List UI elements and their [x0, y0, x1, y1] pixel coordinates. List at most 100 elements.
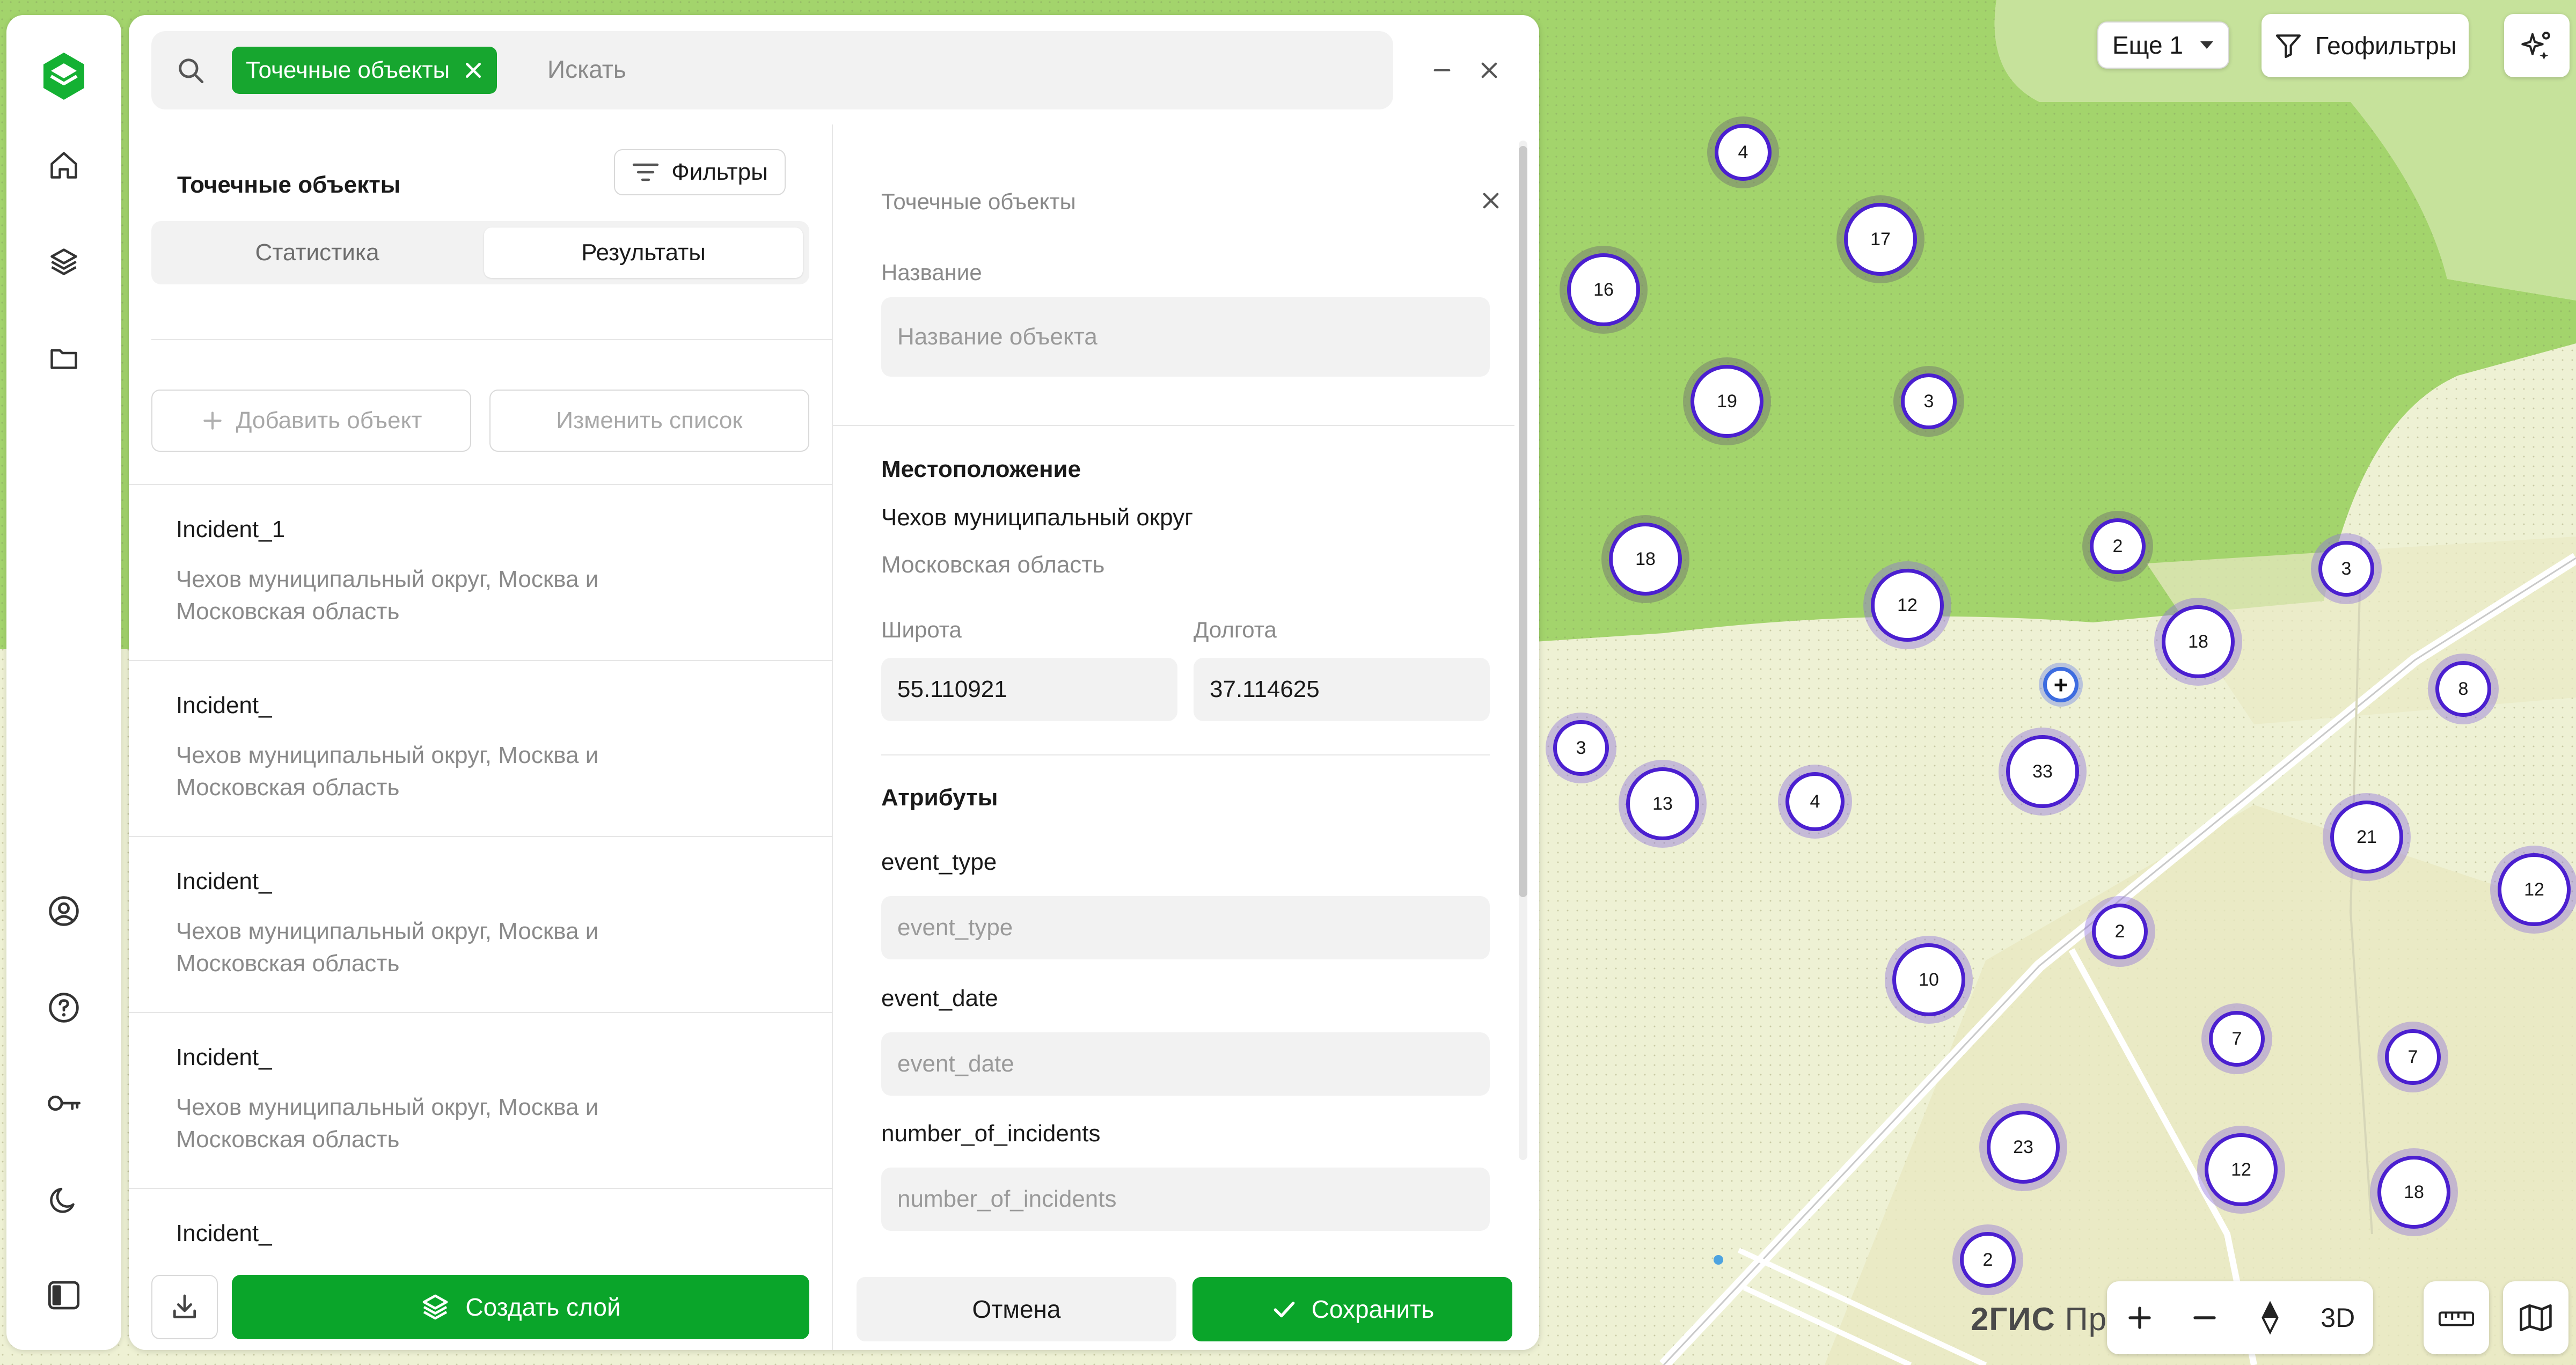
add-object-label: Добавить объект [236, 407, 422, 434]
name-input[interactable]: Название объекта [881, 297, 1490, 377]
minimize-icon [1433, 69, 1451, 71]
geofilters-button[interactable]: Геофильтры [2262, 14, 2469, 77]
map-cluster[interactable]: 3 [2318, 541, 2374, 597]
latitude-label: Широта [881, 617, 962, 642]
search-chip[interactable]: Точечные объекты [232, 47, 497, 94]
attribute-label: event_date [881, 985, 998, 1011]
results-column: Точечные объекты Фильтры Статистика Резу… [129, 124, 833, 1350]
map-cluster[interactable]: 18 [1609, 523, 1682, 596]
list-item-title: Incident_ [176, 1220, 272, 1246]
list-item-title: Incident_ [176, 1044, 272, 1070]
close-form-button[interactable] [1475, 185, 1507, 217]
rail-profile-button[interactable] [37, 884, 91, 938]
list-item-address: Чехов муниципальный округ, Москва и Моск… [176, 1094, 599, 1153]
tab-statistics[interactable]: Статистика [158, 228, 477, 278]
divider [833, 425, 1514, 426]
longitude-input[interactable]: 37.114625 [1194, 658, 1490, 721]
map-cluster[interactable]: 4 [1715, 124, 1772, 181]
ruler-icon [2438, 1311, 2475, 1326]
location-secondary: Московская область [881, 552, 1105, 578]
layers-icon [423, 1294, 448, 1320]
map-cluster[interactable]: 18 [2377, 1156, 2450, 1229]
map-cluster[interactable]: 3 [1553, 720, 1609, 776]
download-button[interactable] [151, 1275, 218, 1339]
ruler-button[interactable] [2424, 1281, 2489, 1354]
more-layers-select[interactable]: Еще 1 [2097, 21, 2229, 69]
attribute-input[interactable]: number_of_incidents [881, 1168, 1490, 1231]
map-cluster[interactable]: 12 [2205, 1133, 2278, 1206]
map-cluster[interactable]: 2 [2092, 904, 2148, 959]
map-cluster[interactable]: 18 [2162, 605, 2235, 678]
filters-button[interactable]: Фильтры [614, 149, 786, 195]
list-item[interactable]: Incident_ Чехов муниципальный округ, Мос… [129, 836, 832, 1012]
map-cluster[interactable]: 3 [1901, 373, 1957, 429]
map-cluster[interactable]: 17 [1844, 203, 1917, 276]
rail-folder-button[interactable] [37, 332, 91, 385]
map-cluster[interactable]: 33 [2006, 735, 2079, 808]
app-logo[interactable] [37, 49, 91, 103]
layers-logo-icon [43, 53, 84, 100]
results-footer: Создать слой [129, 1246, 832, 1350]
list-item[interactable]: Incident_ Чехов муниципальный округ, Мос… [129, 660, 832, 836]
minimize-button[interactable] [1418, 46, 1466, 94]
view-3d-button[interactable]: 3D [2321, 1302, 2355, 1333]
zoom-out-icon[interactable] [2190, 1303, 2219, 1332]
list-item[interactable]: Incident_ Чехов муниципальный округ, Мос… [129, 1012, 832, 1188]
cancel-button[interactable]: Отмена [857, 1277, 1176, 1341]
map-cluster[interactable]: 4 [1785, 772, 1845, 831]
rail-help-button[interactable] [37, 981, 91, 1034]
map-cluster[interactable]: 19 [1690, 365, 1763, 438]
compass-icon[interactable] [2256, 1301, 2285, 1335]
brand-logo: 2ГИС Про [1971, 1301, 2126, 1337]
attribute-input[interactable]: event_type [881, 896, 1490, 959]
map-cluster[interactable]: 7 [2209, 1011, 2265, 1067]
chip-close-icon[interactable] [463, 60, 484, 81]
ai-assistant-button[interactable] [2504, 14, 2570, 77]
map-cluster[interactable]: 2 [1960, 1232, 2016, 1288]
funnel-icon [2276, 34, 2301, 58]
rail-home-button[interactable] [37, 138, 91, 192]
map-style-button[interactable] [2503, 1281, 2568, 1354]
download-icon [173, 1294, 196, 1318]
list-item[interactable]: Incident_1 Чехов муниципальный округ, Мо… [129, 484, 832, 660]
map-cluster[interactable]: 8 [2435, 661, 2491, 717]
close-panel-button[interactable] [1465, 46, 1513, 94]
location-primary: Чехов муниципальный округ [881, 504, 1194, 531]
rail-sidebar-toggle[interactable] [37, 1268, 91, 1322]
attribute-input[interactable]: event_date [881, 1032, 1490, 1096]
scrollbar-thumb[interactable] [1519, 146, 1527, 897]
save-button[interactable]: Сохранить [1192, 1277, 1512, 1341]
selected-point-marker[interactable]: + [2043, 667, 2079, 702]
search-bar[interactable]: Точечные объекты Искать [151, 31, 1393, 109]
add-object-button[interactable]: Добавить объект [151, 390, 471, 452]
map-cluster[interactable]: 12 [2498, 853, 2571, 926]
rail-theme-button[interactable] [37, 1173, 91, 1227]
map-cluster[interactable]: 7 [2385, 1029, 2441, 1085]
tab-results[interactable]: Результаты [484, 228, 803, 278]
create-layer-button[interactable]: Создать слой [232, 1275, 809, 1339]
moon-icon [50, 1187, 75, 1213]
form-header: Точечные объекты [881, 189, 1076, 214]
edit-list-button[interactable]: Изменить список [489, 390, 809, 452]
list-item-address: Чехов муниципальный округ, Москва и Моск… [176, 742, 599, 801]
layer-title: Точечные объекты [177, 172, 401, 198]
rail-keys-button[interactable] [37, 1076, 91, 1130]
rail-layers-button[interactable] [37, 235, 91, 289]
search-input[interactable]: Искать [547, 55, 626, 84]
map-cluster[interactable]: 2 [2090, 518, 2146, 574]
map-cluster[interactable]: 16 [1567, 253, 1640, 326]
sparkles-icon [2521, 31, 2550, 60]
map-cluster[interactable]: 10 [1892, 943, 1965, 1016]
map-cluster[interactable]: 23 [1987, 1111, 2060, 1184]
home-icon [50, 152, 77, 179]
user-icon [49, 896, 79, 926]
map-cluster[interactable]: 12 [1871, 569, 1944, 642]
latitude-input[interactable]: 55.110921 [881, 658, 1177, 721]
map-icon [2520, 1304, 2552, 1332]
map-cluster[interactable]: 13 [1626, 767, 1699, 840]
map-cluster[interactable]: 21 [2330, 801, 2403, 874]
zoom-in-icon[interactable] [2125, 1303, 2154, 1332]
folder-icon [50, 349, 77, 369]
close-icon [1483, 193, 1499, 209]
objects-panel: Точечные объекты Искать Точечные объекты… [129, 15, 1539, 1350]
